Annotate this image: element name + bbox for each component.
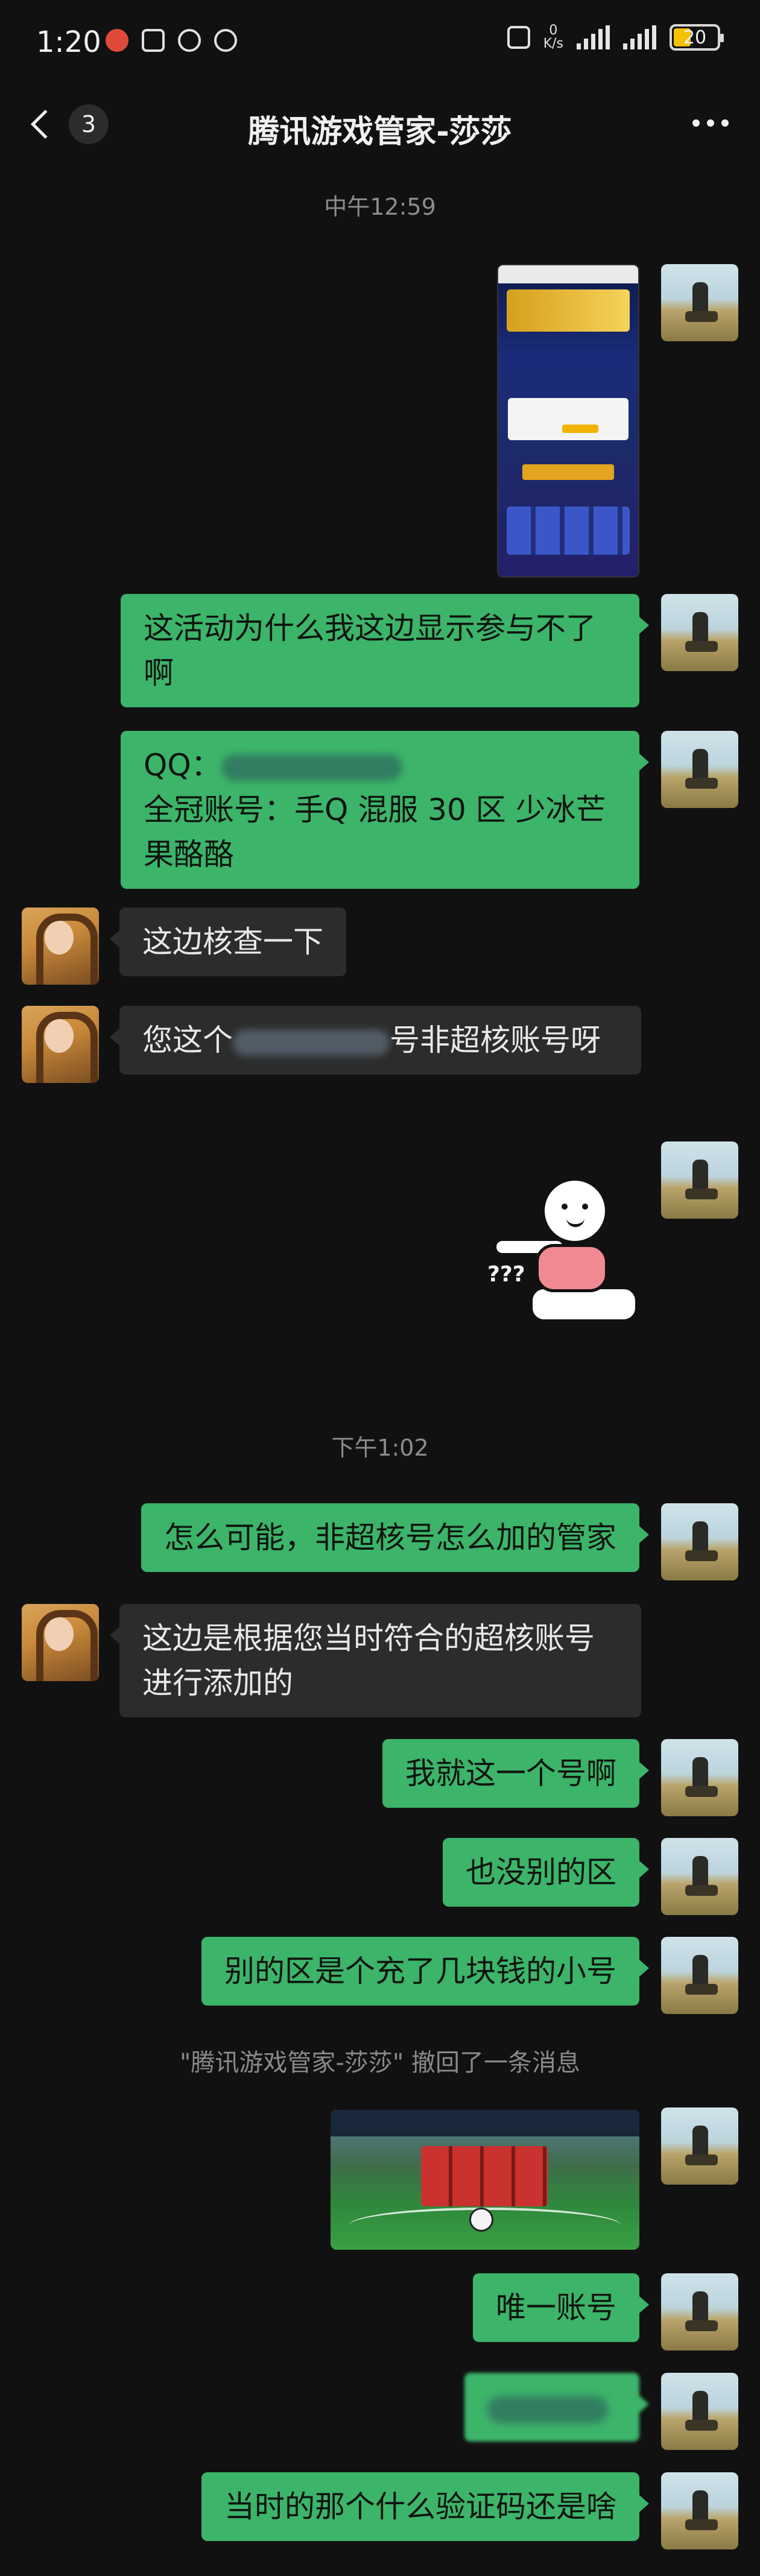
avatar-self[interactable]: [661, 264, 738, 341]
alarm-icon: [178, 29, 201, 52]
chat-header: 3 腾讯游戏管家-莎莎: [0, 84, 760, 163]
redacted-account: [233, 1029, 390, 1056]
sticker-message[interactable]: ???: [487, 1166, 644, 1334]
message-bubble-self-redacted[interactable]: [464, 2373, 649, 2442]
message-bubble-self[interactable]: 别的区是个充了几块钱的小号: [201, 1937, 649, 2006]
avatar-self[interactable]: [661, 2107, 738, 2185]
message-bubble-self[interactable]: 怎么可能，非超核号怎么加的管家: [141, 1503, 649, 1572]
recall-notice: "腾讯游戏管家-莎莎" 撤回了一条消息: [180, 2049, 580, 2077]
avatar-agent[interactable]: [22, 1006, 99, 1083]
status-right: 0 K/s 20: [507, 23, 724, 51]
notification-icons: [106, 29, 237, 52]
message-bubble-self[interactable]: QQ： 全冠账号：手Q 混服 30 区 少冰芒果酪酪: [121, 731, 649, 889]
signal-icon: [577, 25, 610, 49]
timestamp: 下午1:02: [331, 1435, 429, 1461]
status-bar: 1:20 0 K/s 20: [0, 0, 760, 84]
avatar-self[interactable]: [661, 1937, 738, 2014]
avatar-self[interactable]: [661, 1838, 738, 1915]
message-bubble-self[interactable]: 唯一账号: [473, 2273, 649, 2342]
message-bubble-self[interactable]: 这活动为什么我这边显示参与不了啊: [121, 594, 649, 707]
avatar-self[interactable]: [661, 1739, 738, 1816]
chat-title: 腾讯游戏管家-莎莎: [248, 114, 512, 150]
message-bubble-self[interactable]: 我就这一个号啊: [382, 1739, 649, 1808]
avatar-self[interactable]: [661, 2373, 738, 2450]
nfc-icon: [142, 29, 165, 52]
message-bubble-agent[interactable]: 这边是根据您当时符合的超核账号进行添加的: [110, 1604, 641, 1717]
image-message-screenshot[interactable]: [497, 264, 639, 578]
avatar-agent[interactable]: [22, 908, 99, 985]
message-bubble-agent[interactable]: 这边核查一下: [110, 908, 346, 976]
image-message-game[interactable]: [331, 2110, 639, 2250]
bluetooth-icon: [214, 29, 237, 52]
timestamp: 中午12:59: [324, 194, 436, 220]
record-icon: [106, 29, 128, 52]
vibrate-icon: [507, 26, 530, 49]
redacted-qq-number: [221, 754, 402, 781]
avatar-agent[interactable]: [22, 1604, 99, 1681]
avatar-self[interactable]: [661, 1141, 738, 1219]
net-speed: 0 K/s: [543, 23, 563, 51]
message-bubble-self[interactable]: 当时的那个什么验证码还是啥: [201, 2472, 649, 2541]
avatar-self[interactable]: [661, 594, 738, 671]
message-bubble-agent[interactable]: 您这个 号非超核账号呀: [110, 1006, 641, 1075]
redacted-text: [487, 2396, 608, 2423]
avatar-self[interactable]: [661, 1503, 738, 1580]
message-bubble-self[interactable]: 也没别的区: [443, 1838, 649, 1907]
avatar-self[interactable]: [661, 731, 738, 808]
status-time: 1:20: [36, 25, 101, 59]
signal-icon-2: [623, 25, 656, 49]
avatar-self[interactable]: [661, 2273, 738, 2350]
battery-icon: 20: [670, 24, 724, 51]
avatar-self[interactable]: [661, 2472, 738, 2549]
more-button[interactable]: [692, 119, 729, 127]
